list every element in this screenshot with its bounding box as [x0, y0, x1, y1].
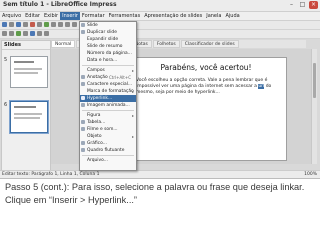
- menu-item-formatting-mark[interactable]: Marca de formatação ▸: [80, 88, 136, 95]
- slide-thumbnail-6[interactable]: [9, 100, 49, 134]
- menu-separator: [82, 110, 134, 111]
- standard-toolbar: [0, 21, 320, 30]
- paste-icon[interactable]: [65, 22, 70, 27]
- menu-item-animated-image[interactable]: Imagem animada...: [80, 102, 136, 109]
- animation-icon: [81, 103, 85, 107]
- menu-separator: [82, 155, 134, 156]
- minimize-icon[interactable]: –: [287, 1, 296, 9]
- pdf-icon[interactable]: [30, 22, 35, 27]
- menu-item-fields[interactable]: Campos ▸: [80, 67, 136, 74]
- menu-separator: [82, 65, 134, 66]
- slide-body-text: Você escolheu a opção correta. Vale a pe…: [136, 78, 268, 89]
- caption: Passo 5 (cont.): Para isso, selecione a …: [5, 182, 305, 205]
- slides-panel-title: Slides: [2, 41, 50, 50]
- menu-ferramentas[interactable]: Ferramentas: [107, 12, 143, 20]
- slides-panel: Slides 5 6: [1, 40, 51, 172]
- chevron-right-icon: ▸: [131, 113, 134, 118]
- slide-number: 5: [4, 57, 8, 63]
- menu-item-file[interactable]: Arquivo...: [80, 157, 136, 164]
- menu-item-floating-frame[interactable]: Quadro flutuante: [80, 147, 136, 154]
- film-icon: [81, 127, 85, 131]
- tab-handouts[interactable]: Folhetos: [152, 40, 180, 48]
- ellipse-icon[interactable]: [23, 31, 28, 36]
- menu-formatar[interactable]: Formatar: [80, 12, 107, 20]
- slide[interactable]: Parabéns, você acertou! Você escolheu a …: [125, 57, 287, 161]
- slide-number: 6: [4, 102, 8, 108]
- chart-icon: [81, 141, 85, 145]
- slide-title[interactable]: Parabéns, você acertou!: [136, 63, 276, 72]
- chevron-right-icon: ▸: [131, 68, 134, 73]
- email-icon[interactable]: [23, 22, 28, 27]
- scrollbar-thumb[interactable]: [313, 63, 316, 98]
- vertical-scrollbar[interactable]: [311, 49, 317, 164]
- menu-inserir[interactable]: Inserir: [60, 12, 80, 20]
- screenshot: Sem título 1 - LibreOffice Impress – □ ×…: [0, 0, 320, 179]
- cut-icon[interactable]: [51, 22, 56, 27]
- open-icon[interactable]: [9, 22, 14, 27]
- slide-body[interactable]: Você escolheu a opção correta. Vale a pe…: [136, 78, 278, 96]
- menu-item-duplicate-slide[interactable]: Duplicar slide: [80, 29, 136, 36]
- window-title: Sem título 1 - LibreOffice Impress: [3, 1, 117, 8]
- zoom-level[interactable]: 100%: [304, 172, 317, 177]
- status-text: Editar texto: Parágrafo 1, Linha 1, Colu…: [2, 172, 100, 177]
- slide-icon: [81, 23, 85, 27]
- line-icon[interactable]: [9, 31, 14, 36]
- menu-item-table[interactable]: Tabela...: [80, 119, 136, 126]
- hyperlink-icon: [81, 96, 85, 100]
- tab-normal[interactable]: Normal: [51, 40, 76, 48]
- menu-item-summary-slide[interactable]: Slide de resumo: [80, 43, 136, 50]
- comment-icon: [81, 75, 85, 79]
- title-bar: Sem título 1 - LibreOffice Impress – □ ×: [0, 0, 320, 12]
- menu-item-page-number[interactable]: Número da página...: [80, 50, 136, 57]
- spellcheck-icon[interactable]: [44, 22, 49, 27]
- slide-thumbnail-5[interactable]: [10, 56, 48, 88]
- menu-exibir[interactable]: Exibir: [42, 12, 60, 20]
- menu-ajuda[interactable]: Ajuda: [223, 12, 241, 20]
- drawing-toolbar: [0, 30, 320, 39]
- copy-icon[interactable]: [58, 22, 63, 27]
- menu-bar: Arquivo Editar Exibir Inserir Formatar F…: [0, 12, 320, 21]
- menu-item-special-character[interactable]: Caractere especial...: [80, 81, 136, 88]
- menu-item-movie-sound[interactable]: Filme e som...: [80, 126, 136, 133]
- text-icon[interactable]: [30, 31, 35, 36]
- frame-icon: [81, 148, 85, 152]
- menu-item-expand-slide[interactable]: Expandir slide: [80, 36, 136, 43]
- close-icon[interactable]: ×: [309, 1, 318, 9]
- menu-item-slide[interactable]: Slide: [80, 22, 136, 29]
- menu-editar[interactable]: Editar: [23, 12, 42, 20]
- print-icon[interactable]: [37, 22, 42, 27]
- menu-item-image[interactable]: Figura ▸: [80, 112, 136, 119]
- omega-icon: [81, 82, 85, 86]
- new-icon[interactable]: [2, 22, 7, 27]
- connector-icon[interactable]: [44, 31, 49, 36]
- menu-apresentacao[interactable]: Apresentação de slides: [142, 12, 204, 20]
- menu-item-object[interactable]: Objeto ▸: [80, 133, 136, 140]
- status-bar: Editar texto: Parágrafo 1, Linha 1, Colu…: [0, 170, 320, 178]
- duplicate-icon: [81, 30, 85, 34]
- menu-item-chart[interactable]: Gráfico...: [80, 140, 136, 147]
- maximize-icon[interactable]: □: [298, 1, 307, 9]
- table-icon: [81, 120, 85, 124]
- menu-janela[interactable]: Janela: [204, 12, 223, 20]
- save-icon[interactable]: [16, 22, 21, 27]
- menu-item-comment[interactable]: Anotação Ctrl+Alt+C: [80, 74, 136, 81]
- menu-item-hyperlink[interactable]: Hyperlink...: [80, 95, 136, 102]
- undo-icon[interactable]: [72, 22, 77, 27]
- curve-icon[interactable]: [37, 31, 42, 36]
- chevron-right-icon: ▸: [131, 134, 134, 139]
- chevron-right-icon: ▸: [131, 89, 134, 94]
- menu-item-date-time[interactable]: Data e hora...: [80, 57, 136, 64]
- rectangle-icon[interactable]: [16, 31, 21, 36]
- menu-arquivo[interactable]: Arquivo: [0, 12, 23, 20]
- select-icon[interactable]: [2, 31, 7, 36]
- insert-menu-dropdown: Slide Duplicar slide Expandir slide Slid…: [79, 21, 137, 171]
- tab-slide-sorter[interactable]: Classificador de slides: [180, 40, 239, 48]
